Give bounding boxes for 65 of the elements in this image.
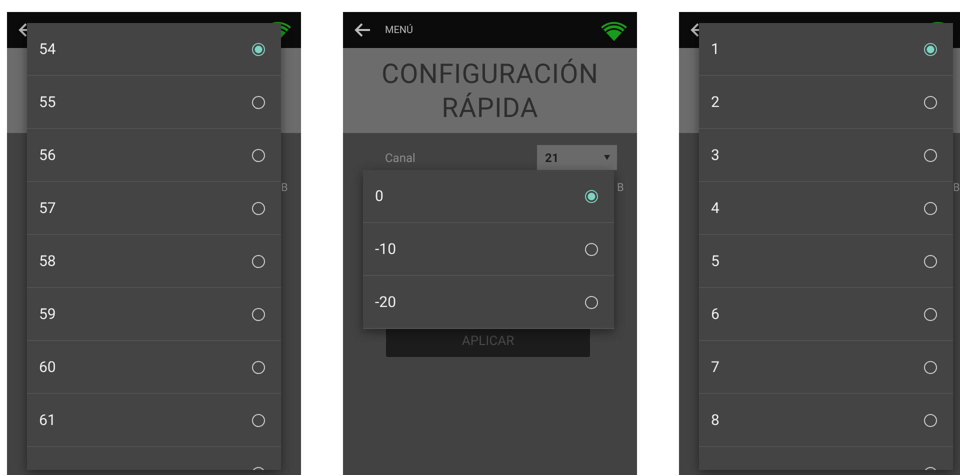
option-label: 58 (39, 252, 56, 270)
option-row[interactable]: 5 (699, 235, 953, 288)
option-row[interactable]: 56 (27, 129, 281, 182)
radio-button[interactable] (924, 96, 937, 108)
option-label: -20 (375, 293, 396, 311)
option-row[interactable]: 1 (699, 23, 953, 76)
radio-button[interactable] (252, 308, 265, 320)
option-label: 4 (711, 199, 720, 217)
radio-button[interactable] (252, 254, 265, 268)
option-row[interactable]: 55 (27, 76, 281, 129)
option-row[interactable]: 0 (363, 170, 614, 223)
radio-button[interactable] (924, 308, 937, 320)
option-row[interactable]: 3 (699, 129, 953, 182)
option-label: -10 (375, 240, 396, 258)
unit-text: B (617, 181, 624, 194)
option-label: 59 (39, 305, 56, 323)
option-row[interactable]: 7 (699, 341, 953, 394)
option-label: 6 (711, 305, 720, 323)
screen-title: CONFIGURACIÓN RÁPIDA (380, 56, 600, 124)
radio-button[interactable] (252, 414, 265, 426)
caret-icon (604, 155, 610, 160)
radio-button[interactable] (585, 242, 598, 256)
field-label: Canal (385, 150, 416, 164)
option-label: 1 (711, 40, 720, 58)
option-label: 56 (39, 146, 56, 164)
option-label: 5 (711, 252, 720, 270)
radio-button[interactable] (924, 254, 937, 268)
option-row[interactable]: 58 (27, 235, 281, 288)
option-label: 2 (711, 93, 720, 111)
radio-button[interactable] (252, 42, 265, 56)
option-label: 55 (39, 93, 56, 111)
unit-text: B (953, 181, 960, 194)
option-label: 8 (711, 411, 720, 429)
radio-button[interactable] (252, 148, 265, 162)
option-label: 3 (711, 146, 720, 164)
radio-button[interactable] (924, 360, 937, 374)
option-label: 61 (39, 411, 56, 429)
option-label: 54 (39, 40, 56, 58)
option-row[interactable]: 60 (27, 341, 281, 394)
option-row[interactable]: 4 (699, 182, 953, 235)
radio-button[interactable] (924, 202, 937, 214)
back-arrow-icon[interactable] (353, 22, 371, 38)
radio-button[interactable] (585, 190, 598, 202)
option-label: 60 (39, 358, 56, 376)
unit-text: B (281, 181, 288, 194)
option-row[interactable]: 6 (699, 288, 953, 341)
radio-button[interactable] (924, 148, 937, 162)
option-row[interactable]: -20 (363, 276, 614, 329)
option-label: 7 (711, 358, 720, 376)
option-row[interactable]: -10 (363, 223, 614, 276)
radio-button[interactable] (585, 296, 598, 308)
option-row[interactable]: 2 (699, 76, 953, 129)
radio-button[interactable] (924, 42, 937, 56)
radio-button[interactable] (252, 360, 265, 374)
menu-label[interactable]: MENÚ (385, 24, 414, 36)
option-row[interactable]: 8 (699, 394, 953, 447)
option-row[interactable]: 61 (27, 394, 281, 447)
option-row[interactable]: 57 (27, 182, 281, 235)
radio-button[interactable] (252, 96, 265, 108)
radio-button[interactable] (252, 202, 265, 214)
option-row[interactable]: 54 (27, 23, 281, 76)
option-label: 0 (375, 187, 384, 205)
option-row[interactable]: 59 (27, 288, 281, 341)
radio-button[interactable] (924, 414, 937, 426)
option-label: 57 (39, 199, 56, 217)
